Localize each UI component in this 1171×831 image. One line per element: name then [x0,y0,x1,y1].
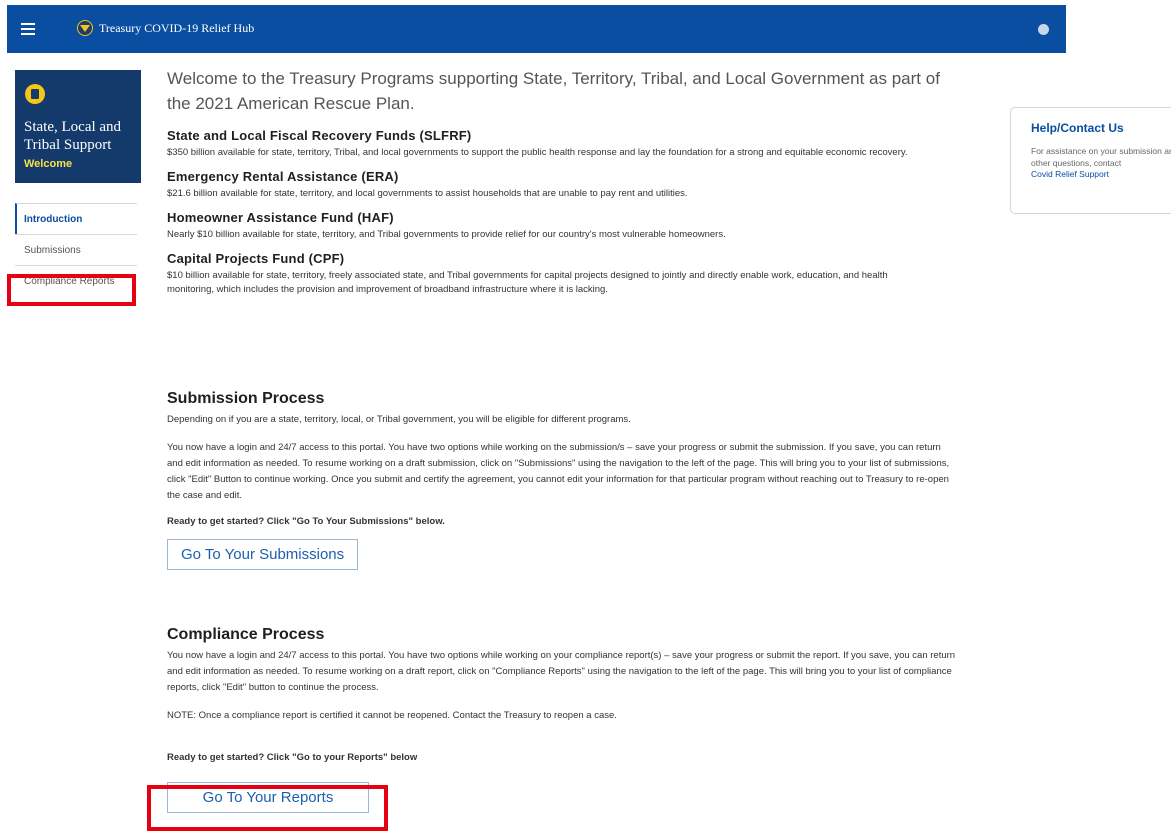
submission-body: You now have a login and 24/7 access to … [167,442,950,501]
program-title: Capital Projects Fund (CPF) [167,251,345,266]
program-cpf: Capital Projects Fund (CPF) $10 billion … [167,251,967,297]
sidebar-item-introduction[interactable]: Introduction [15,203,137,234]
program-description: $21.6 billion available for state, terri… [167,188,688,199]
treasury-seal-icon [77,20,93,36]
compliance-ready-text: Ready to get started? Click "Go to your … [167,752,418,763]
help-title: Help/Contact Us [1031,121,1124,135]
app-title: Treasury COVID-19 Relief Hub [99,20,255,35]
program-haf: Homeowner Assistance Fund (HAF) Nearly $… [167,210,967,242]
program-title: State and Local Fiscal Recovery Funds (S… [167,128,472,143]
program-title: Homeowner Assistance Fund (HAF) [167,210,394,225]
main-content: Welcome to the Treasury Programs support… [167,66,967,306]
sidebar-title: State, Local and Tribal Support [24,119,122,153]
top-navigation-bar: Treasury COVID-19 Relief Hub [7,5,1066,53]
section-title: Submission Process [167,390,325,407]
compliance-note: NOTE: Once a compliance report is certif… [167,710,617,721]
program-slfrf: State and Local Fiscal Recovery Funds (S… [167,128,967,160]
section-title: Compliance Process [167,626,325,643]
help-text: For assistance on your submission and ot… [1031,146,1171,168]
help-contact-card: Help/Contact Us For assistance on your s… [1010,107,1171,214]
hamburger-icon[interactable] [21,23,35,35]
sidebar-header-card: State, Local and Tribal Support Welcome [15,70,141,183]
program-title: Emergency Rental Assistance (ERA) [167,169,399,184]
program-description: Nearly $10 billion available for state, … [167,229,726,240]
program-era: Emergency Rental Assistance (ERA) $21.6 … [167,169,967,201]
page-headline: Welcome to the Treasury Programs support… [167,69,940,113]
sidebar-subtitle: Welcome [24,158,73,170]
highlight-box-go-to-reports [147,785,388,831]
submission-process-section: Submission Process Depending on if you a… [167,390,967,570]
submission-ready-text: Ready to get started? Click "Go To Your … [167,516,445,527]
go-to-submissions-button[interactable]: Go To Your Submissions [167,539,359,570]
covid-relief-support-link[interactable]: Covid Relief Support [1031,169,1171,179]
highlight-box-compliance-reports [7,274,136,306]
program-description: $350 billion available for state, territ… [167,147,908,158]
building-icon [25,84,45,104]
compliance-body: You now have a login and 24/7 access to … [167,650,956,693]
program-description: $10 billion available for state, territo… [167,270,888,295]
sidebar-item-submissions[interactable]: Submissions [15,234,137,265]
brand[interactable]: Treasury COVID-19 Relief Hub [77,20,254,36]
submission-intro: Depending on if you are a state, territo… [167,414,631,425]
user-avatar-icon[interactable] [1038,24,1049,35]
